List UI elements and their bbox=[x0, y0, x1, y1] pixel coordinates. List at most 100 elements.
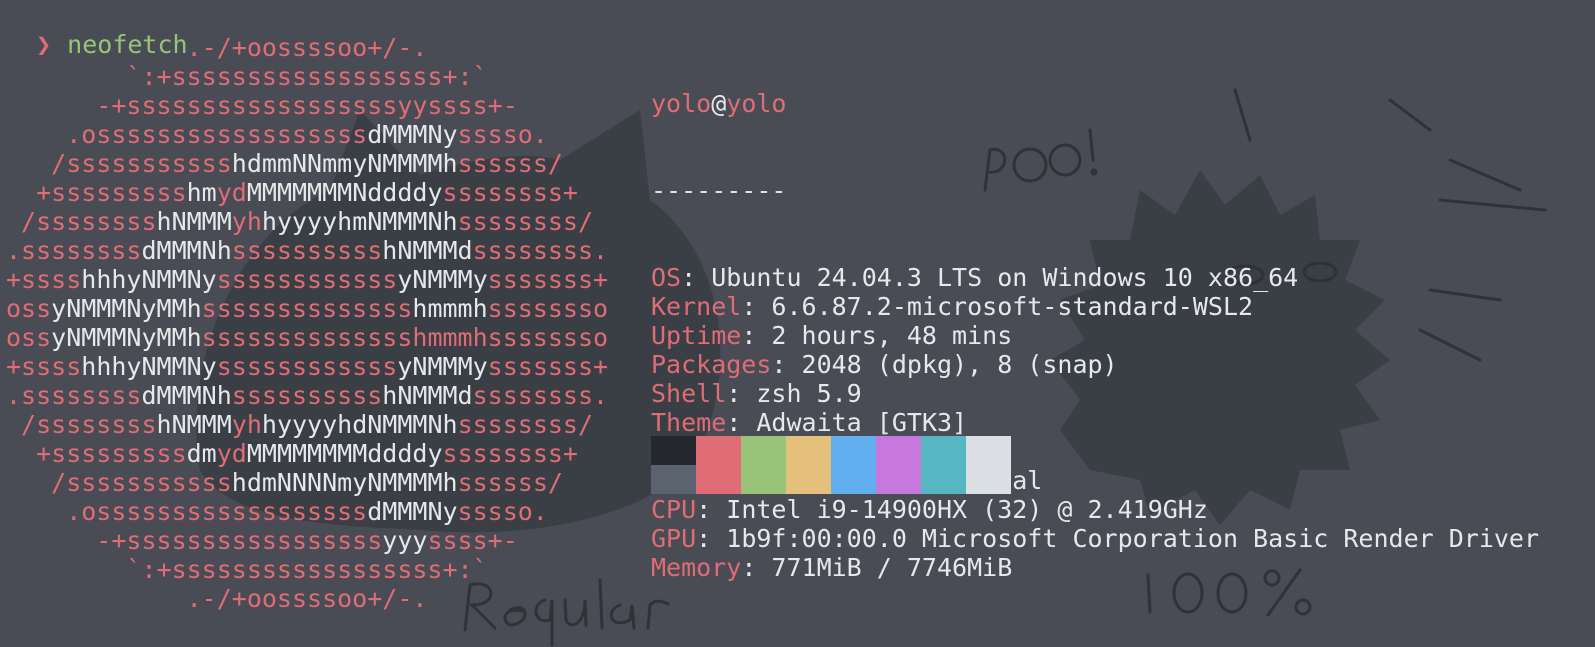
ascii-logo-segment: /sssssssssss bbox=[6, 468, 232, 497]
ascii-logo-segment: hNMMM bbox=[156, 410, 232, 439]
ascii-logo-segment: hdmmNNmmyNMMMMh bbox=[231, 149, 458, 178]
ascii-logo-segment: +sssssssss bbox=[6, 439, 187, 468]
ascii-logo-segment: ssssssss+ bbox=[442, 439, 578, 468]
ascii-logo-segment: sssso. bbox=[457, 120, 548, 149]
ascii-logo-row: .-/+oossssoo+/-. bbox=[6, 33, 608, 62]
ascii-logo-segment: +ssss bbox=[6, 265, 82, 294]
info-row-shell: Shell: zsh 5.9 bbox=[651, 379, 1539, 408]
color-swatch bbox=[831, 436, 876, 465]
ascii-logo-segment: yNMMMy bbox=[397, 352, 488, 381]
ascii-logo-segment: `:+ssssssssssssssssss+:` bbox=[6, 62, 488, 91]
ascii-logo-segment: ssssssssssssss bbox=[201, 294, 413, 323]
ascii-logo-segment: yyy bbox=[382, 526, 428, 555]
ubuntu-ascii-logo: .-/+oossssoo+/-. `:+ssssssssssssssssss+:… bbox=[6, 33, 608, 613]
info-value: 6.6.87.2-microsoft-standard-WSL2 bbox=[771, 292, 1254, 321]
ascii-logo-segment: hhhyNMMNy bbox=[81, 352, 217, 381]
info-separator: : bbox=[726, 379, 757, 408]
info-key: Packages bbox=[651, 350, 772, 379]
ascii-logo-segment: hNMMMd bbox=[382, 236, 473, 265]
ascii-logo-segment: hm bbox=[186, 178, 217, 207]
info-key: Uptime bbox=[651, 321, 742, 350]
ascii-logo-row: `:+ssssssssssssssssss+:` bbox=[6, 62, 608, 91]
ascii-logo-segment: ssssssss. bbox=[472, 236, 609, 265]
ascii-logo-segment: ssssss/ bbox=[457, 468, 563, 497]
ascii-logo-segment: hyyyyhdNMMMNh bbox=[261, 410, 458, 439]
info-value: Intel i9-14900HX (32) @ 2.419GHz bbox=[726, 495, 1208, 524]
ascii-logo-segment: ssssss/ bbox=[457, 149, 563, 178]
ascii-logo-segment: yNMMMy bbox=[397, 265, 488, 294]
ascii-logo-segment: ssssssssss bbox=[231, 381, 383, 410]
color-palette bbox=[651, 436, 1011, 494]
ascii-logo-row: ossyNMMMNyMMhsssssssssssssshmmmhssssssso bbox=[6, 294, 608, 323]
ascii-logo-segment: oss bbox=[6, 294, 52, 323]
ascii-logo-segment: hmmmh bbox=[412, 294, 488, 323]
ascii-logo-segment: MMMMMMMNddddy bbox=[246, 178, 443, 207]
ascii-logo-segment: yd bbox=[216, 178, 247, 207]
ascii-logo-segment: .ssssssss bbox=[6, 381, 142, 410]
ascii-logo-segment: .-/+oossssoo+/-. bbox=[6, 33, 428, 62]
info-value: Adwaita [GTK3] bbox=[756, 408, 968, 437]
info-key: GPU bbox=[651, 524, 697, 553]
ascii-logo-row: /ssssssssssshdmmNNmmyNMMMMhssssss/ bbox=[6, 149, 608, 178]
info-value: 771MiB / 7746MiB bbox=[771, 553, 1013, 582]
ascii-logo-segment: yNMMMNyMMh bbox=[51, 294, 202, 323]
color-swatch bbox=[741, 465, 786, 494]
ascii-logo-segment: yh bbox=[231, 207, 262, 236]
ascii-logo-row: -+sssssssssssssssssyyyssss+- bbox=[6, 526, 608, 555]
color-swatch bbox=[876, 465, 921, 494]
ascii-logo-segment: hyyyyhmNMMMNh bbox=[261, 207, 458, 236]
info-key: Theme bbox=[651, 408, 727, 437]
color-swatch bbox=[786, 465, 831, 494]
ascii-logo-row: .-/+oossssoo+/-. bbox=[6, 584, 608, 613]
info-key: Shell bbox=[651, 379, 727, 408]
color-swatch bbox=[831, 465, 876, 494]
ascii-logo-segment: ssssssssssss bbox=[216, 352, 398, 381]
ascii-logo-row: ossyNMMMNyMMhsssssssssssssshmmmhssssssso bbox=[6, 323, 608, 352]
info-key: OS bbox=[651, 263, 682, 292]
ascii-logo-segment: /ssssssss bbox=[6, 207, 157, 236]
ascii-logo-segment: sssssss+ bbox=[487, 352, 609, 381]
info-row-theme: Theme: Adwaita [GTK3] bbox=[651, 408, 1539, 437]
ascii-logo-segment: MMMMMMMMddddy bbox=[246, 439, 443, 468]
ascii-logo-segment: ssssssss/ bbox=[457, 410, 594, 439]
info-row-kernel: Kernel: 6.6.87.2-microsoft-standard-WSL2 bbox=[651, 292, 1539, 321]
ascii-logo-segment: hNMMM bbox=[156, 207, 232, 236]
color-swatch bbox=[921, 465, 966, 494]
ascii-logo-segment: yd bbox=[216, 439, 247, 468]
ascii-logo-row: +sssshhhyNMMNyssssssssssssyNMMMysssssss+ bbox=[6, 265, 608, 294]
ascii-logo-segment: ssssssss/ bbox=[457, 207, 594, 236]
info-row-cpu: CPU: Intel i9-14900HX (32) @ 2.419GHz bbox=[651, 495, 1539, 524]
ascii-logo-segment: dMMMNh bbox=[141, 381, 232, 410]
ascii-logo-segment: hdmNNNNmyNMMMMh bbox=[231, 468, 458, 497]
info-value: Ubuntu 24.04.3 LTS on Windows 10 x86_64 bbox=[711, 263, 1299, 292]
color-swatch bbox=[876, 436, 921, 465]
info-row-packages: Packages: 2048 (dpkg), 8 (snap) bbox=[651, 350, 1539, 379]
ascii-logo-segment: sssso. bbox=[457, 497, 548, 526]
ascii-logo-segment: `:+ssssssssssssssssss+:` bbox=[6, 555, 488, 584]
info-row-os: OS: Ubuntu 24.04.3 LTS on Windows 10 x86… bbox=[651, 263, 1539, 292]
info-separator: : bbox=[741, 321, 772, 350]
ascii-logo-segment: ssssssss. bbox=[472, 381, 609, 410]
color-swatch bbox=[696, 465, 741, 494]
ascii-logo-segment: -+ssssssssssssssssssyyssss+- bbox=[6, 91, 518, 120]
info-key: CPU bbox=[651, 495, 697, 524]
info-value: 2048 (dpkg), 8 (snap) bbox=[801, 350, 1118, 379]
ascii-logo-segment: /sssssssssss bbox=[6, 149, 232, 178]
ascii-logo-segment: .ossssssssssssssssss bbox=[6, 497, 368, 526]
ascii-logo-row: /ssssssssssshdmNNNNmyNMMMMhssssss/ bbox=[6, 468, 608, 497]
system-info-panel: yolo@yolo --------- OS: Ubuntu 24.04.3 L… bbox=[651, 31, 1539, 611]
at-sign: @ bbox=[711, 89, 727, 118]
info-row-memory: Memory: 771MiB / 7746MiB bbox=[651, 553, 1539, 582]
ascii-logo-segment: .ssssssss bbox=[6, 236, 142, 265]
color-swatch bbox=[696, 436, 741, 465]
title-underline: --------- bbox=[651, 176, 787, 205]
ascii-logo-row: +sssshhhyNMMNyssssssssssssyNMMMysssssss+ bbox=[6, 352, 608, 381]
info-separator: : bbox=[681, 263, 712, 292]
color-swatch bbox=[741, 436, 786, 465]
username: yolo bbox=[651, 89, 712, 118]
ascii-logo-segment: +sssssssss bbox=[6, 178, 187, 207]
ascii-logo-row: /sssssssshNMMMyhhyyyyhmNMMMNhssssssss/ bbox=[6, 207, 608, 236]
ascii-logo-segment: ssssssss+ bbox=[442, 178, 578, 207]
user-host-line: yolo@yolo bbox=[651, 89, 1539, 118]
hostname: yolo bbox=[726, 89, 787, 118]
